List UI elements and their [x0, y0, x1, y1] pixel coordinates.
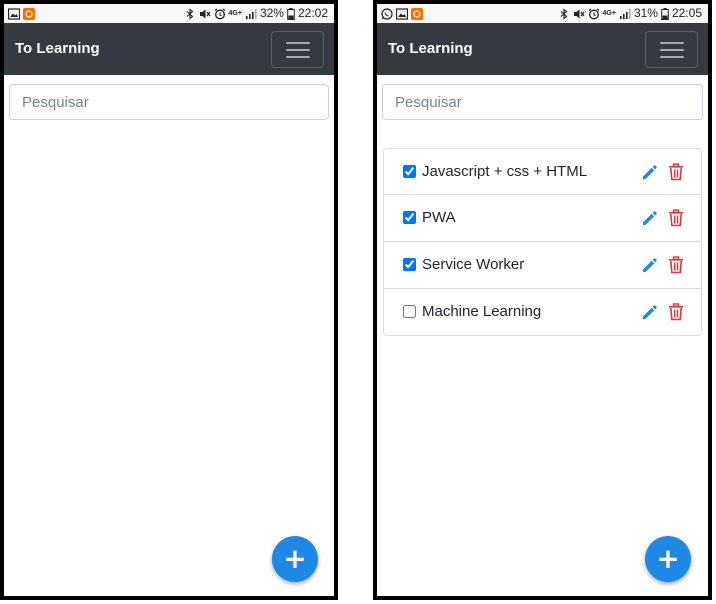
signal-icon: [619, 8, 631, 19]
pencil-icon[interactable]: [641, 163, 659, 181]
phone-screen-empty: 4G+ 32% 22:02 To Learning +: [0, 0, 338, 600]
hamburger-icon: [660, 42, 684, 44]
item-checkbox[interactable]: [403, 305, 416, 318]
clock: 22:02: [297, 6, 328, 20]
add-item-button[interactable]: +: [272, 536, 318, 582]
gallery-icon: [8, 7, 20, 20]
trash-icon[interactable]: [668, 163, 684, 181]
item-label: Machine Learning: [422, 303, 542, 320]
hamburger-icon-bar: [660, 56, 684, 58]
navbar-brand[interactable]: To Learning: [388, 23, 473, 75]
add-item-button[interactable]: +: [645, 536, 691, 582]
status-bar: 4G+ 31% 22:05: [377, 4, 708, 23]
pencil-icon[interactable]: [641, 303, 659, 321]
pencil-icon[interactable]: [641, 209, 659, 227]
network-type: 4G+: [602, 10, 616, 17]
bluetooth-icon: [186, 7, 193, 20]
alarm-icon: [214, 8, 225, 19]
trash-icon[interactable]: [668, 209, 684, 227]
menu-toggle-button[interactable]: [271, 31, 324, 68]
clock: 22:05: [671, 6, 702, 20]
todo-list: Javascript + css + HTML PWA Service Worker…: [383, 148, 702, 336]
list-item[interactable]: Service Worker: [383, 242, 702, 289]
pencil-icon[interactable]: [641, 256, 659, 274]
navbar: To Learning: [4, 23, 334, 75]
battery-icon: [287, 7, 295, 20]
trash-icon[interactable]: [668, 256, 684, 274]
item-checkbox[interactable]: [403, 211, 416, 224]
phone-screen-list: 4G+ 31% 22:05 To Learning Javascript + c…: [373, 0, 712, 600]
menu-toggle-button[interactable]: [645, 31, 698, 68]
mute-icon: [573, 9, 584, 18]
signal-icon: [245, 8, 257, 19]
app-notification-icon: [411, 7, 423, 20]
search-input[interactable]: [382, 84, 703, 120]
battery-percent: 31%: [633, 6, 658, 20]
navbar: To Learning: [377, 23, 708, 75]
mute-icon: [199, 9, 210, 18]
battery-icon: [661, 7, 669, 20]
list-item[interactable]: Machine Learning: [383, 289, 702, 336]
alarm-icon: [588, 8, 599, 19]
item-label: PWA: [422, 209, 456, 226]
item-label: Javascript + css + HTML: [422, 163, 588, 180]
list-item[interactable]: Javascript + css + HTML: [383, 148, 702, 195]
network-type: 4G+: [228, 10, 242, 17]
item-checkbox[interactable]: [403, 165, 416, 178]
gallery-icon: [396, 7, 408, 20]
status-bar: 4G+ 32% 22:02: [4, 4, 334, 23]
whatsapp-icon: [381, 7, 393, 20]
item-checkbox[interactable]: [403, 258, 416, 271]
navbar-brand[interactable]: To Learning: [15, 23, 100, 75]
battery-percent: 32%: [259, 6, 284, 20]
bluetooth-icon: [560, 7, 567, 20]
trash-icon[interactable]: [668, 303, 684, 321]
hamburger-icon-bar: [660, 49, 684, 51]
list-item[interactable]: PWA: [383, 195, 702, 242]
app-notification-icon: [23, 7, 35, 20]
item-label: Service Worker: [422, 256, 525, 273]
search-input[interactable]: [9, 84, 329, 120]
hamburger-icon-bar: [286, 56, 310, 58]
hamburger-icon: [286, 42, 310, 44]
hamburger-icon-bar: [286, 49, 310, 51]
